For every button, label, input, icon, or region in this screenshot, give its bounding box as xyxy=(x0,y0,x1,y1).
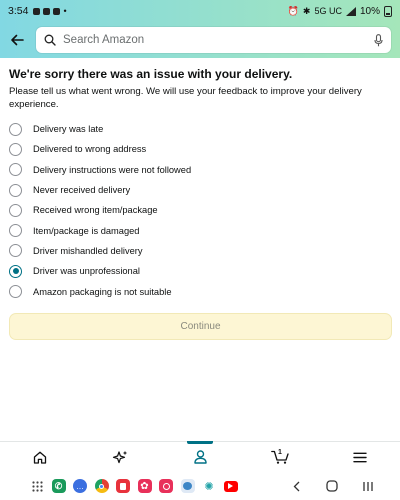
option-driver-unprofessional[interactable]: Driver was unprofessional xyxy=(9,261,391,281)
option-never-received[interactable]: Never received delivery xyxy=(9,180,391,200)
option-label: Delivered to wrong address xyxy=(33,144,147,155)
page-subtitle: Please tell us what went wrong. We will … xyxy=(9,86,362,110)
radio-button[interactable] xyxy=(9,244,22,258)
system-bar: ✆ … ✿ ✺ xyxy=(0,472,400,500)
search-row: Search Amazon xyxy=(0,22,400,58)
flower-app-icon[interactable]: ✿ xyxy=(137,479,152,493)
battery-percent: 10% xyxy=(359,5,380,17)
search-input[interactable]: Search Amazon xyxy=(36,27,391,53)
messages-app-icon[interactable]: … xyxy=(73,479,87,493)
radio-button[interactable] xyxy=(9,163,22,177)
red-app-icon[interactable] xyxy=(116,479,130,493)
back-arrow-icon xyxy=(11,34,24,46)
option-driver-mishandled[interactable]: Driver mishandled delivery xyxy=(9,241,391,261)
nav-account[interactable] xyxy=(160,441,240,472)
system-recents-button[interactable] xyxy=(358,472,378,500)
network-label: 5G UC xyxy=(314,6,342,16)
home-icon xyxy=(33,451,47,464)
radio-button[interactable] xyxy=(9,203,22,217)
status-right: ⏰ ✱ 5G UC 10% xyxy=(287,5,392,17)
option-label: Amazon packaging is not suitable xyxy=(33,286,172,297)
header: 3:54 • ⏰ ✱ 5G UC 10% Search Amazon xyxy=(0,0,400,58)
main-content: We're sorry there was an issue with your… xyxy=(0,58,400,302)
system-back-button[interactable] xyxy=(286,472,306,500)
menu-icon xyxy=(353,452,367,462)
nav-menu[interactable] xyxy=(320,442,400,472)
search-icon xyxy=(44,34,56,46)
more-notifications-icon: • xyxy=(63,6,67,16)
system-home-icon xyxy=(326,480,338,492)
back-button[interactable] xyxy=(6,29,28,51)
system-back-icon xyxy=(293,481,299,491)
sparkle-icon xyxy=(112,450,128,464)
radio-button[interactable] xyxy=(9,122,22,136)
radio-button[interactable] xyxy=(9,285,22,299)
status-bar: 3:54 • ⏰ ✱ 5G UC 10% xyxy=(0,0,400,22)
pinwheel-app-icon[interactable]: ✺ xyxy=(202,479,216,493)
system-recents-icon xyxy=(363,481,373,491)
bottom-nav: 1 xyxy=(0,441,400,472)
system-home-button[interactable] xyxy=(322,472,342,500)
option-label: Received wrong item/package xyxy=(33,205,158,216)
radio-button[interactable] xyxy=(9,224,22,238)
option-delivery-late[interactable]: Delivery was late xyxy=(9,119,391,139)
page-title: We're sorry there was an issue with your… xyxy=(9,67,293,81)
option-wrong-item[interactable]: Received wrong item/package xyxy=(9,200,391,220)
option-wrong-address[interactable]: Delivered to wrong address xyxy=(9,139,391,159)
account-icon xyxy=(193,450,207,464)
option-packaging-not-suitable[interactable]: Amazon packaging is not suitable xyxy=(9,281,391,301)
battery-icon xyxy=(384,5,392,17)
bluetooth-icon: ✱ xyxy=(302,5,311,16)
option-label: Item/package is damaged xyxy=(33,225,140,236)
microphone-icon[interactable] xyxy=(374,33,383,47)
radio-button[interactable] xyxy=(9,142,22,156)
option-label: Delivery instructions were not followed xyxy=(33,164,192,175)
option-label: Delivery was late xyxy=(33,124,104,135)
camera-app-icon[interactable] xyxy=(159,479,173,493)
notification-icon xyxy=(43,7,51,15)
nav-home[interactable] xyxy=(0,442,80,472)
option-label: Driver was unprofessional xyxy=(33,266,140,277)
app-grid-icon[interactable] xyxy=(30,479,44,493)
signal-icon xyxy=(345,6,356,16)
notification-icon xyxy=(33,7,41,15)
option-label: Driver mishandled delivery xyxy=(33,245,143,256)
radio-button[interactable] xyxy=(9,183,22,197)
option-item-damaged[interactable]: Item/package is damaged xyxy=(9,220,391,240)
youtube-app-icon[interactable] xyxy=(223,480,238,492)
cart-count: 1 xyxy=(278,449,282,456)
alarm-icon: ⏰ xyxy=(287,5,299,16)
nav-cart[interactable]: 1 xyxy=(240,442,320,472)
nav-explore[interactable] xyxy=(80,442,160,472)
radio-button-selected[interactable] xyxy=(9,264,22,278)
search-placeholder: Search Amazon xyxy=(63,34,145,46)
phone-app-icon[interactable]: ✆ xyxy=(51,479,66,493)
notification-icon xyxy=(53,7,61,15)
bear-app-icon[interactable] xyxy=(180,479,195,493)
status-time: 3:54 xyxy=(8,5,29,17)
option-label: Never received delivery xyxy=(33,185,131,196)
issue-options: Delivery was late Delivered to wrong add… xyxy=(9,119,391,302)
option-instructions-not-followed[interactable]: Delivery instructions were not followed xyxy=(9,160,391,180)
chrome-app-icon[interactable] xyxy=(94,479,109,493)
continue-button[interactable]: Continue xyxy=(9,313,392,340)
